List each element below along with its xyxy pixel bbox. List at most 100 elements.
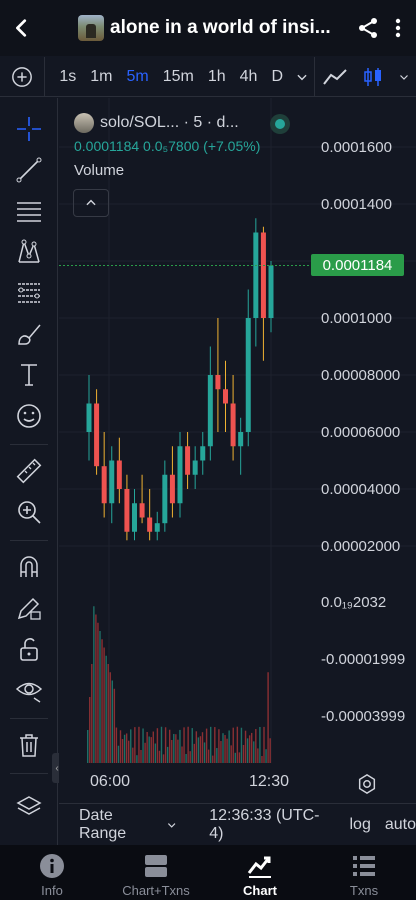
candle-body[interactable] [192,460,198,475]
volume-bar [269,738,271,763]
volume-bar [136,755,138,763]
y-axis-label: -0.00003999 [321,708,406,725]
candle-chart-type-button[interactable] [354,57,393,97]
volume-bar [162,754,165,763]
zoom-tool[interactable] [14,497,44,527]
log-scale-toggle[interactable]: log [350,816,371,834]
more-button[interactable] [386,16,410,40]
toolbar-divider [10,444,48,445]
candle-body[interactable] [185,446,191,475]
timezone-clock[interactable]: 12:36:33 (UTC-4) [209,807,327,843]
volume-bar [87,730,89,763]
text-tool[interactable] [14,360,44,390]
top-app-bar: alone in a world of insi... [0,0,416,56]
magnet-tool[interactable] [14,552,44,582]
volume-bar [210,726,212,763]
candle-body[interactable] [86,403,92,433]
nav-chart-label: Chart [243,883,277,898]
y-axis-label: 0.00006000 [321,424,401,441]
timeframe-15m[interactable]: 15m [156,57,201,97]
nav-chart[interactable]: Chart [208,845,312,900]
timeframe-1m[interactable]: 1m [83,57,119,97]
visibility-tool[interactable] [14,675,44,705]
candle-body[interactable] [223,389,228,404]
trend-line-tool[interactable] [14,155,44,185]
volume-bar [152,731,154,763]
nav-info[interactable]: Info [0,845,104,900]
candle-body[interactable] [94,403,100,467]
delete-tool[interactable] [14,730,44,760]
date-range-label: Date Range [79,806,127,842]
emoji-tool[interactable] [14,401,44,431]
volume-bar [154,743,157,763]
timeframe-4h[interactable]: 4h [233,57,265,97]
y-axis-label: 0.00008000 [321,367,401,384]
volume-label: Volume [74,162,125,179]
volume-bar [111,680,113,763]
lock-drawings-tool[interactable] [14,593,44,623]
volume-bar [199,736,202,763]
auto-scale-toggle[interactable]: auto [385,816,416,834]
chart-legend: solo/SOL... · 5 · d... [74,110,239,136]
brush-tool[interactable] [14,319,44,349]
line-chart-type-button[interactable] [315,57,354,97]
trash-icon [20,734,38,757]
timeframe-1h[interactable]: 1h [201,57,233,97]
unlock-tool[interactable] [14,634,44,664]
candle-body[interactable] [268,265,274,318]
candle-body[interactable] [169,474,175,504]
candle-body[interactable] [215,375,221,390]
candle-body[interactable] [200,446,206,461]
horizontal-lines-tool[interactable] [14,196,44,226]
x-axis-label: 12:30 [249,773,290,790]
timeframe-1s[interactable]: 1s [52,57,83,97]
timeframe-dropdown[interactable] [290,56,316,97]
pattern-tool[interactable] [14,237,44,267]
chart-settings-button[interactable] [356,773,378,795]
collapse-legend-button[interactable] [73,189,109,217]
add-indicator-button[interactable] [0,56,45,97]
volume-bar [189,751,191,763]
toolbar-more-button[interactable] [393,57,416,97]
plus-circle-icon [11,66,32,87]
candle-body[interactable] [238,432,244,447]
candle-body[interactable] [154,523,160,532]
volume-bar [220,741,222,763]
crosshair-icon [17,117,41,141]
timeframe-5m[interactable]: 5m [119,57,155,97]
candle-body[interactable] [260,232,266,319]
candle-body[interactable] [109,460,115,504]
nav-chart-txns[interactable]: Chart+Txns [104,845,208,900]
fib-tool[interactable] [14,278,44,308]
volume-bar [89,697,91,763]
candle-body[interactable] [230,403,236,447]
candle-body[interactable] [139,503,145,518]
share-button[interactable] [356,16,380,40]
candle-body[interactable] [132,503,137,532]
candle-body[interactable] [253,232,259,319]
volume-bar [187,726,189,763]
drawing-toolbar [0,98,58,845]
nav-txns[interactable]: Txns [312,845,416,900]
date-range-button[interactable]: Date Range [79,807,177,843]
measure-tool[interactable] [14,456,44,486]
candle-body[interactable] [207,375,213,447]
candle-body[interactable] [101,466,107,504]
chevron-down-icon [167,822,176,828]
back-button[interactable] [0,0,44,56]
share-icon [359,18,377,38]
chart-txns-icon [145,855,167,877]
candle-body[interactable] [162,474,168,524]
candle-body[interactable] [177,446,183,504]
candle-body[interactable] [245,318,251,432]
chevron-down-icon [400,74,409,80]
volume-bar [212,755,214,763]
volume-bar [144,742,146,763]
symbol-label[interactable]: solo/SOL... · 5 · d... [100,114,239,132]
object-tree-tool[interactable] [14,792,44,822]
timeframe-d[interactable]: D [264,57,290,97]
candle-body[interactable] [147,517,153,532]
candle-body[interactable] [116,460,122,490]
candle-body[interactable] [124,489,130,532]
crosshair-tool[interactable] [14,114,44,144]
